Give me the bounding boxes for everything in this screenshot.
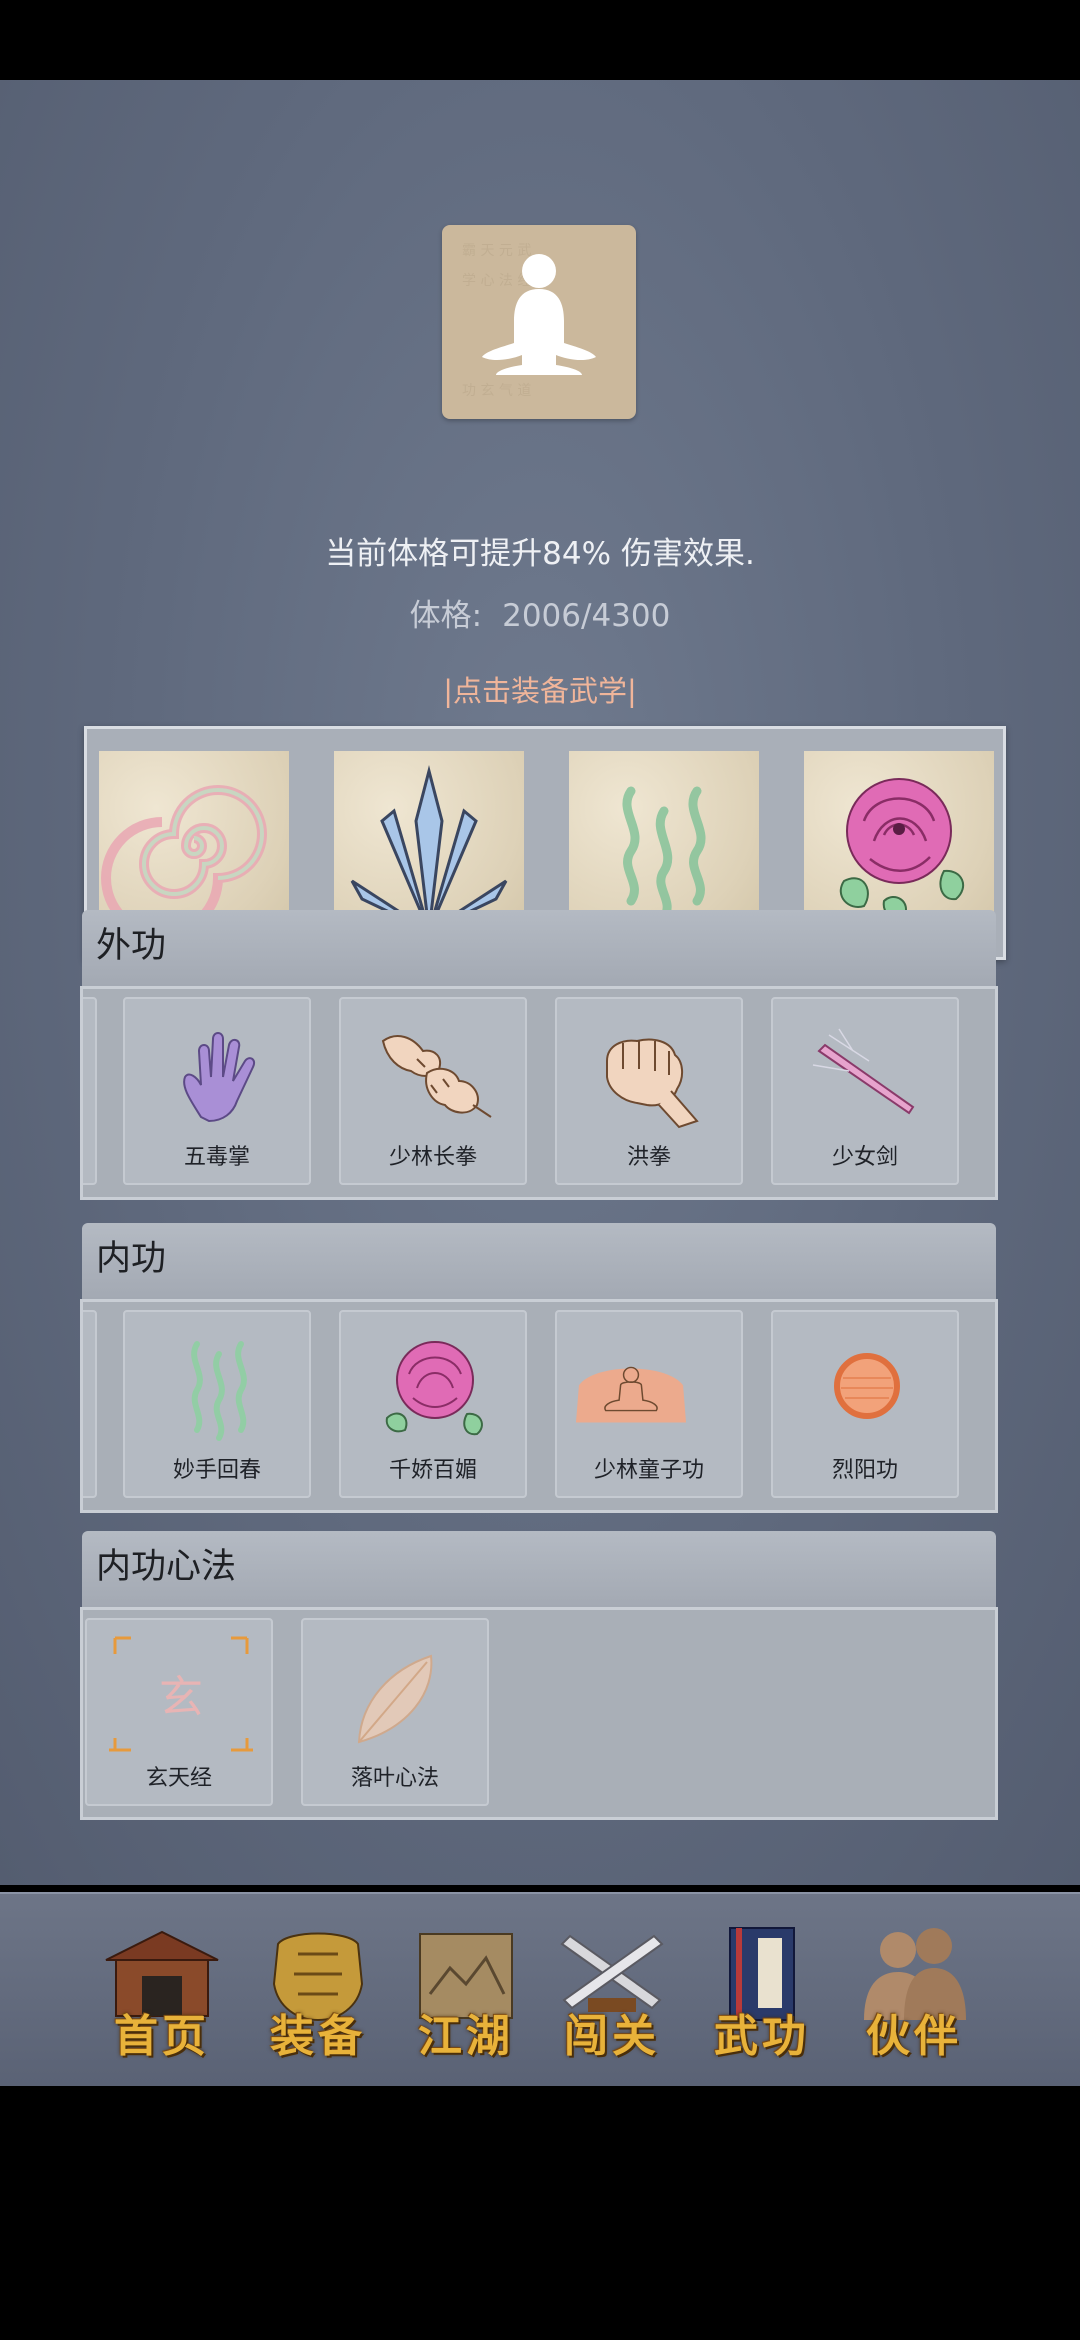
nav-challenge[interactable]: 闯关 <box>542 1924 682 2064</box>
skill-card-shaolin-tongzigong[interactable]: 少林童子功 <box>555 1310 743 1498</box>
leaf-icon <box>357 1654 433 1744</box>
skill-card-partial[interactable] <box>83 1310 97 1498</box>
skill-card-shaolin-changquan[interactable]: 少林长拳 <box>339 997 527 1185</box>
skill-card-xuantian-jing[interactable]: 玄 玄天经 <box>85 1618 273 1806</box>
equip-hint[interactable]: |点击装备武学| <box>0 668 1080 710</box>
nav-label: 伙伴 <box>866 2011 962 2062</box>
nav-companions[interactable]: 伙伴 <box>844 1924 984 2064</box>
svg-text:功 玄 气 道: 功 玄 气 道 <box>462 382 531 399</box>
rose-icon <box>385 1341 483 1436</box>
skill-card-miaoshou-huichun[interactable]: 妙手回春 <box>123 1310 311 1498</box>
bottom-nav: 首页 装备 江湖 闯关 武功 伙伴 <box>0 1892 1080 2086</box>
skill-name: 烈阳功 <box>831 1458 898 1483</box>
skill-name: 少林长拳 <box>388 1145 477 1170</box>
nav-equipment[interactable]: 装备 <box>248 1924 388 2064</box>
fist-icon <box>606 1038 699 1129</box>
nav-label: 装备 <box>270 2011 366 2062</box>
section-mind-header: 内功心法 <box>82 1531 996 1607</box>
nav-label: 江湖 <box>418 2011 514 2062</box>
green-waves-icon <box>191 1341 247 1441</box>
section-external-body: 五毒掌 少林长拳 洪拳 少女剑 <box>80 986 998 1200</box>
skill-card-wudu-zhang[interactable]: 五毒掌 <box>123 997 311 1185</box>
section-external-header: 外功 <box>82 910 996 986</box>
skill-card-hong-quan[interactable]: 洪拳 <box>555 997 743 1185</box>
nav-martial-arts[interactable]: 武功 <box>692 1924 832 2064</box>
skill-name: 玄天经 <box>145 1766 212 1791</box>
skill-card-partial[interactable] <box>83 997 97 1185</box>
section-mind-body: 玄 玄天经 落叶心法 <box>80 1607 998 1820</box>
skill-name: 洪拳 <box>626 1145 671 1170</box>
skill-name: 五毒掌 <box>183 1145 250 1170</box>
nav-label: 闯关 <box>564 2011 660 2062</box>
svg-text:学 心 法 经: 学 心 法 经 <box>462 273 531 289</box>
svg-text:玄: 玄 <box>159 1672 203 1723</box>
damage-boost-text: 当前体格可提升84% 伤害效果. <box>325 536 755 572</box>
constitution-value: 2006/4300 <box>502 598 671 634</box>
nav-label: 武功 <box>714 2011 810 2062</box>
nav-jianghu[interactable]: 江湖 <box>396 1924 536 2064</box>
buddha-icon <box>575 1366 687 1423</box>
skill-name: 落叶心法 <box>350 1766 439 1791</box>
nav-home[interactable]: 首页 <box>92 1924 232 2064</box>
fire-orb-icon <box>834 1353 900 1419</box>
skill-card-luoye-xinfa[interactable]: 落叶心法 <box>301 1618 489 1806</box>
svg-text:霸 天 元 武: 霸 天 元 武 <box>462 243 531 259</box>
skill-name: 妙手回春 <box>172 1458 261 1483</box>
skill-name: 千娇百媚 <box>388 1458 477 1483</box>
skill-card-qianjiao-baimei[interactable]: 千娇百媚 <box>339 1310 527 1498</box>
martial-arts-screen: 霸 天 元 武学 心 法 经 功 玄 气 道 当前体格可提升84% 伤害效果. … <box>0 80 1080 1885</box>
meditation-figure-icon: 霸 天 元 武学 心 法 经 功 玄 气 道 <box>462 243 596 399</box>
skill-name: 少林童子功 <box>593 1458 704 1483</box>
skill-name: 少女剑 <box>831 1145 898 1170</box>
section-internal-body: 妙手回春 千娇百媚 少林童子功 烈阳功 <box>80 1299 998 1513</box>
constitution-row: 体格: 2006/4300 <box>0 590 1080 635</box>
section-internal-header: 内功 <box>82 1223 996 1299</box>
skill-card-lieyang-gong[interactable]: 烈阳功 <box>771 1310 959 1498</box>
fists-icon <box>381 1035 492 1118</box>
skill-card-shaonv-jian[interactable]: 少女剑 <box>771 997 959 1185</box>
purple-hand-icon <box>183 1032 255 1123</box>
nav-label: 首页 <box>114 2011 210 2062</box>
xuan-scroll-icon: 玄 <box>109 1636 253 1752</box>
character-portrait[interactable]: 霸 天 元 武学 心 法 经 功 玄 气 道 <box>442 225 636 419</box>
constitution-label: 体格: <box>409 598 483 634</box>
pink-sword-icon <box>812 1028 915 1115</box>
